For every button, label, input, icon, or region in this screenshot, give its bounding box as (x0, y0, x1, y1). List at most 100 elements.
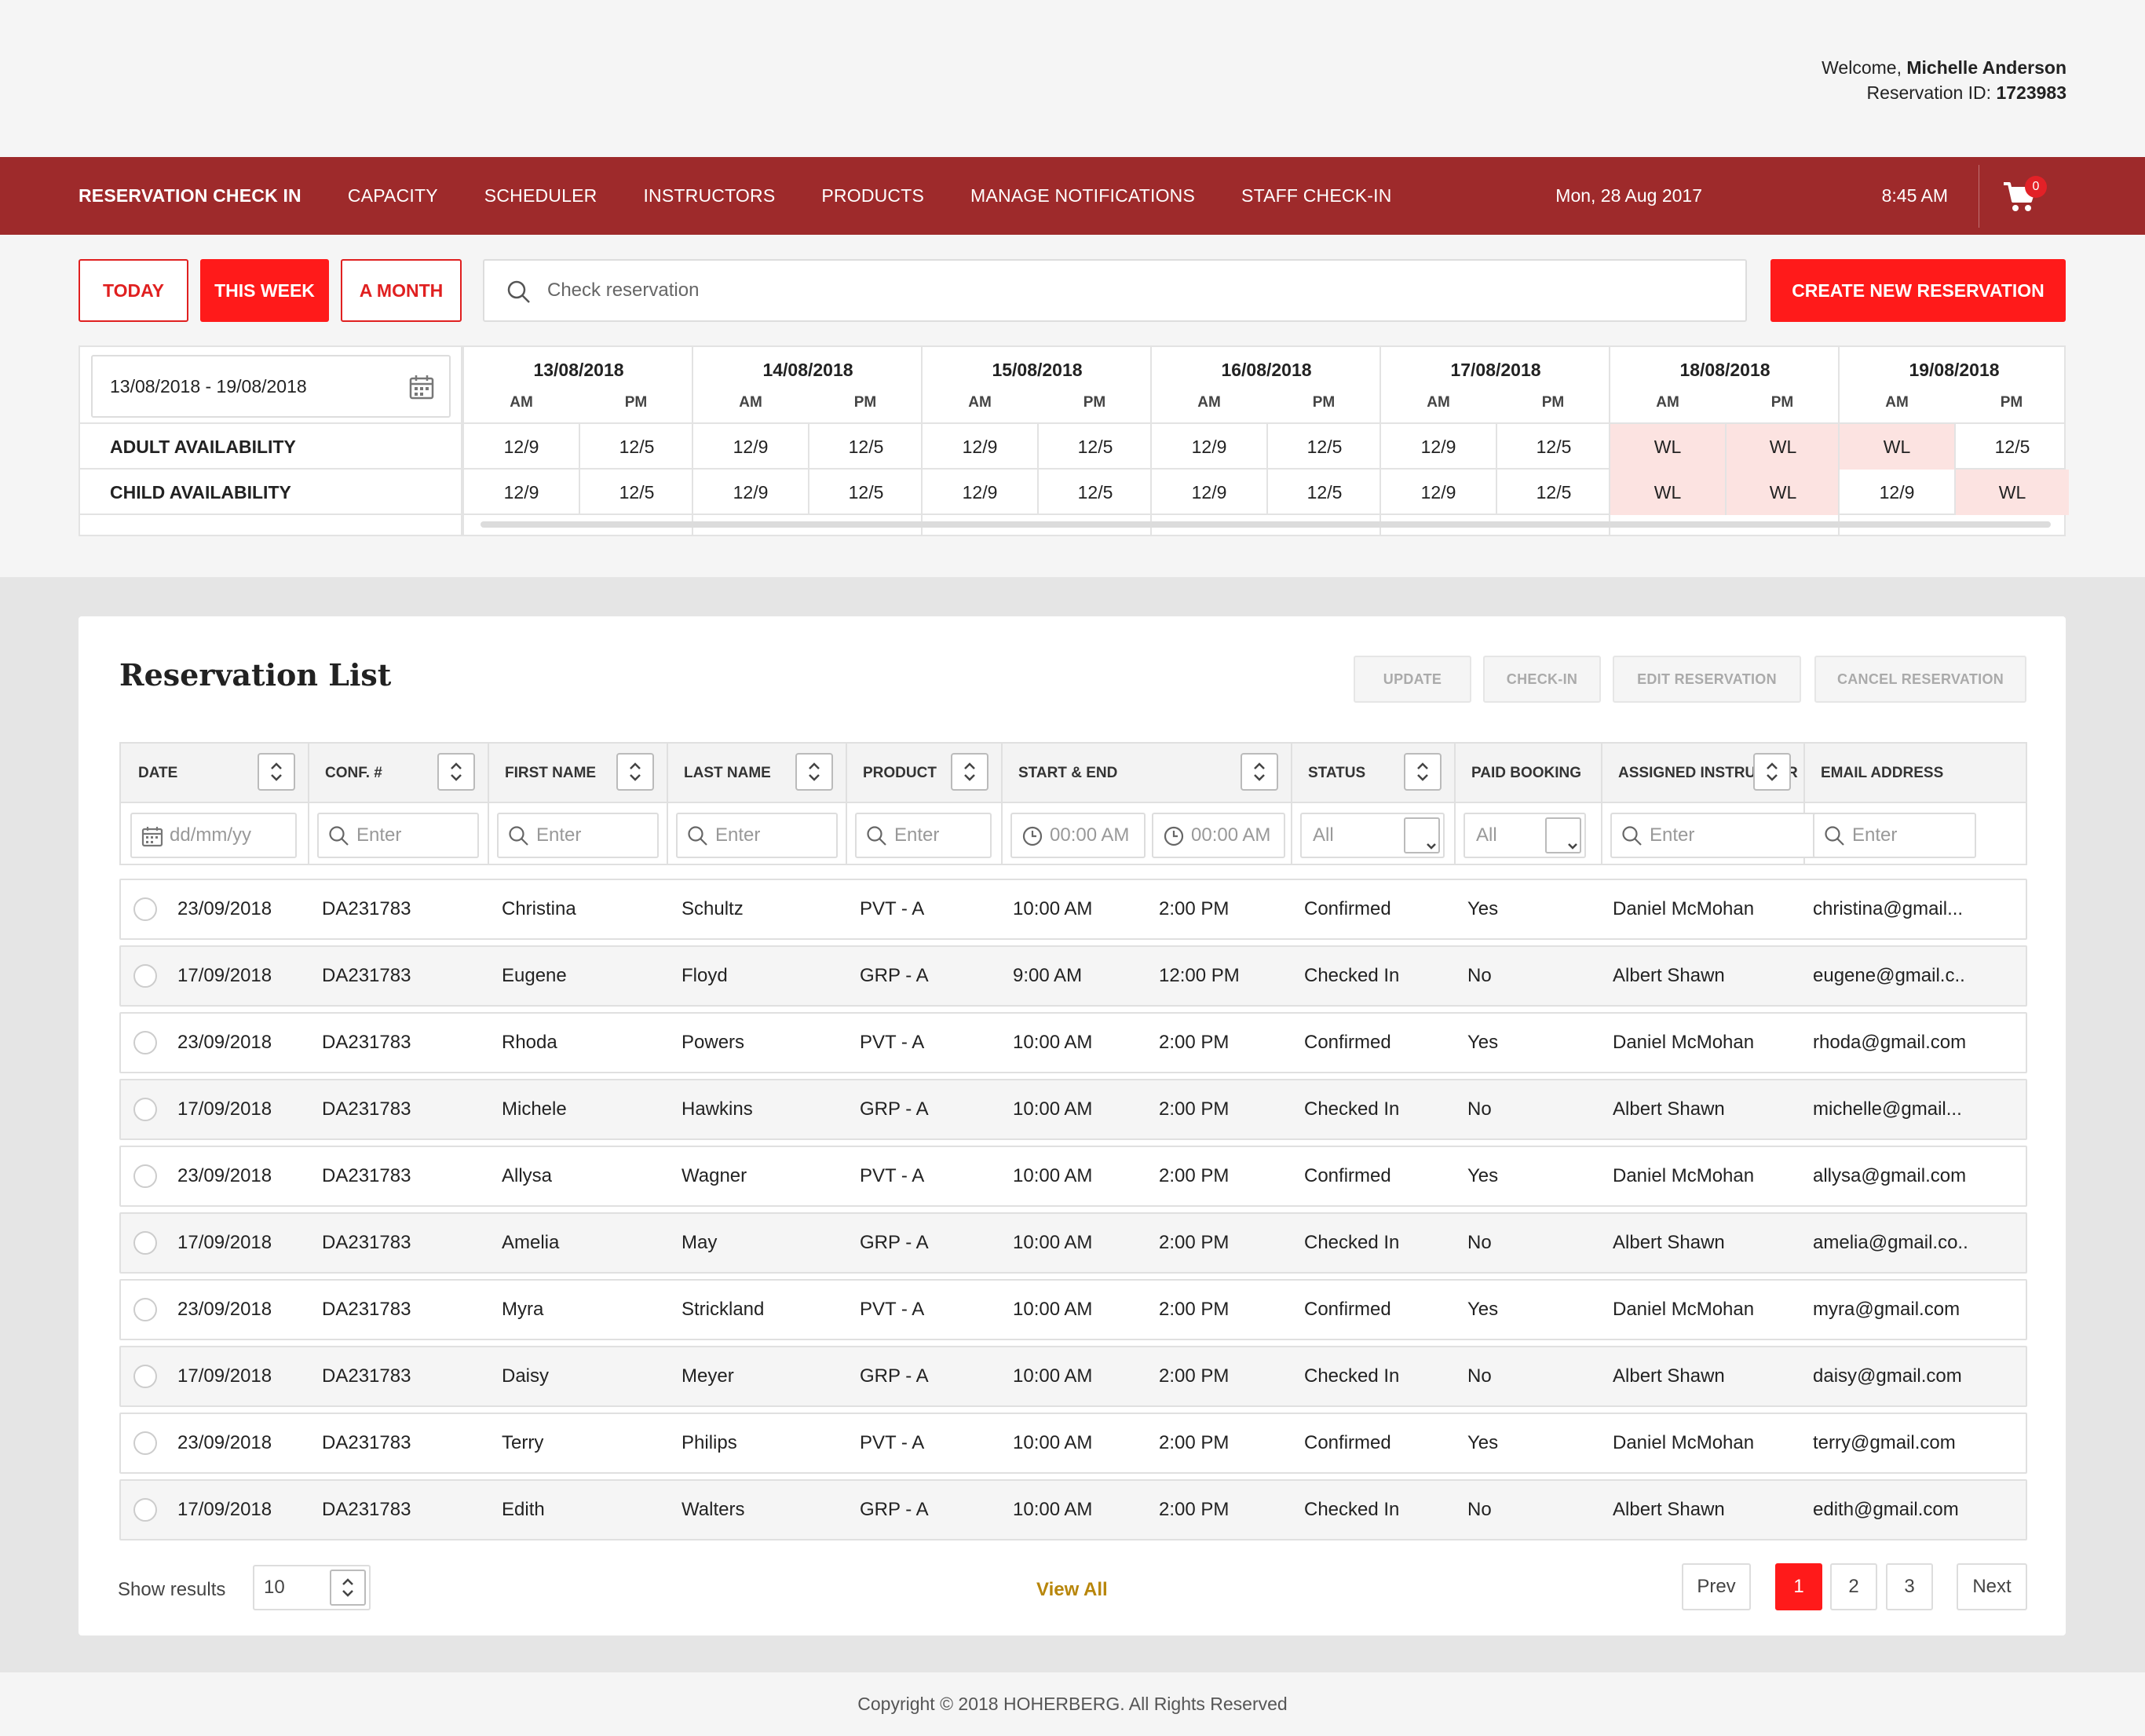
table-row[interactable]: 23/09/2018 DA231783 Allysa Wagner PVT - A 10:… (119, 1146, 2027, 1207)
end-time-filter-input[interactable]: 00:00 AM (1152, 813, 1285, 858)
table-row[interactable]: 17/09/2018 DA231783 Eugene Floyd GRP - A 9:00… (119, 945, 2027, 1007)
table-row[interactable]: 23/09/2018 DA231783 Terry Philips PVT - A 10:… (119, 1413, 2027, 1474)
cell-email: daisy@gmail.com (1813, 1365, 1962, 1387)
row-select-radio[interactable] (133, 1298, 157, 1321)
start-time-filter-input[interactable]: 00:00 AM (1010, 813, 1146, 858)
table-row[interactable]: 23/09/2018 DA231783 Myra Strickland PVT - A 1… (119, 1279, 2027, 1340)
table-row[interactable]: 17/09/2018 DA231783 Edith Walters GRP - A 10:… (119, 1479, 2027, 1540)
first-name-filter-input[interactable]: Enter (497, 813, 659, 858)
availability-day-column: 16/08/2018 AM PM 12/9 12/5 12/9 12/5 (1150, 347, 1379, 535)
page-3-button[interactable]: 3 (1886, 1563, 1933, 1610)
main-nav: RESERVATION CHECK IN CAPACITY SCHEDULER … (0, 157, 2145, 235)
nav-item-scheduler[interactable]: SCHEDULER (484, 185, 597, 206)
cell-paid: No (1467, 1232, 1492, 1253)
pm-label: PM (1312, 394, 1336, 411)
row-select-radio[interactable] (133, 1031, 157, 1054)
sort-toggle-icon[interactable] (330, 1570, 366, 1606)
row-select-radio[interactable] (133, 964, 157, 988)
cell-status: Checked In (1304, 1098, 1400, 1120)
sort-toggle-icon[interactable] (258, 753, 295, 791)
chevron-down-icon[interactable] (1545, 817, 1581, 853)
cell-product: PVT - A (860, 1299, 925, 1320)
chevron-down-icon[interactable] (1404, 817, 1440, 853)
email-filter-input[interactable]: Enter (1813, 813, 1976, 858)
a-month-button[interactable]: A MONTH (341, 259, 462, 322)
sort-toggle-icon[interactable] (437, 753, 475, 791)
nav-item-reservation-check-in[interactable]: RESERVATION CHECK IN (79, 185, 301, 206)
page-1-button[interactable]: 1 (1775, 1563, 1822, 1610)
column-header-last-name: LAST NAME (684, 765, 771, 781)
date-range-picker[interactable]: 13/08/2018 - 19/08/2018 (91, 355, 451, 418)
cell-paid: Yes (1467, 1432, 1499, 1453)
last-name-filter-input[interactable]: Enter (676, 813, 838, 858)
row-select-radio[interactable] (133, 1431, 157, 1455)
create-new-reservation-button[interactable]: CREATE NEW RESERVATION (1770, 259, 2066, 322)
nav-item-manage-notifications[interactable]: MANAGE NOTIFICATIONS (970, 185, 1195, 206)
edit-reservation-button[interactable]: EDIT RESERVATION (1613, 656, 1801, 703)
next-page-button[interactable]: Next (1957, 1563, 2027, 1610)
show-results-label: Show results (118, 1579, 226, 1600)
sort-toggle-icon[interactable] (1241, 753, 1278, 791)
cell-instructor: Albert Shawn (1613, 1098, 1725, 1120)
cell-last: Walters (682, 1499, 745, 1520)
table-row[interactable]: 23/09/2018 DA231783 Rhoda Powers PVT - A 10:0… (119, 1012, 2027, 1073)
child-availability-cell: 12/5 (1266, 470, 1381, 515)
pm-label: PM (624, 394, 648, 411)
row-select-radio[interactable] (133, 1365, 157, 1388)
check-in-button[interactable]: CHECK-IN (1483, 656, 1601, 703)
this-week-button[interactable]: THIS WEEK (200, 259, 329, 322)
sort-toggle-icon[interactable] (1753, 753, 1791, 791)
availability-day-column: 19/08/2018 AM PM WL 12/5 12/9 WL (1838, 347, 2069, 535)
conf-filter-input[interactable]: Enter (317, 813, 479, 858)
am-label: AM (1427, 394, 1450, 411)
cell-start: 10:00 AM (1013, 1098, 1093, 1120)
search-input[interactable] (547, 261, 1725, 320)
column-header-paid-booking: PAID BOOKING (1471, 765, 1582, 781)
date-filter-input[interactable]: dd/mm/yy (130, 813, 297, 858)
row-select-radio[interactable] (133, 1498, 157, 1522)
update-button[interactable]: UPDATE (1354, 656, 1471, 703)
nav-item-products[interactable]: PRODUCTS (821, 185, 924, 206)
sort-toggle-icon[interactable] (795, 753, 833, 791)
instructor-filter-input[interactable]: Enter (1610, 813, 1841, 858)
show-results-value: 10 (264, 1577, 285, 1598)
day-date: 18/08/2018 (1679, 360, 1770, 380)
row-select-radio[interactable] (133, 897, 157, 921)
filter-placeholder: Enter (894, 824, 940, 846)
nav-item-capacity[interactable]: CAPACITY (348, 185, 438, 206)
table-row[interactable]: 23/09/2018 DA231783 Christina Schultz PVT - … (119, 879, 2027, 940)
cell-paid: No (1467, 1098, 1492, 1120)
cell-start: 9:00 AM (1013, 965, 1083, 986)
cell-start: 10:00 AM (1013, 1299, 1093, 1320)
row-select-radio[interactable] (133, 1231, 157, 1255)
product-filter-input[interactable]: Enter (855, 813, 992, 858)
cell-conf: DA231783 (322, 1432, 411, 1453)
sort-toggle-icon[interactable] (951, 753, 988, 791)
view-all-link[interactable]: View All (1036, 1579, 1108, 1601)
status-filter-select[interactable]: All (1300, 813, 1445, 858)
paid-booking-filter-select[interactable]: All (1463, 813, 1586, 858)
row-select-radio[interactable] (133, 1098, 157, 1121)
cell-instructor: Daniel McMohan (1613, 1032, 1755, 1053)
table-row[interactable]: 17/09/2018 DA231783 Amelia May GRP - A 10:00 … (119, 1212, 2027, 1274)
page-2-button[interactable]: 2 (1830, 1563, 1877, 1610)
show-results-select[interactable]: 10 (253, 1565, 371, 1610)
adult-availability-cell: 12/9 (503, 437, 539, 457)
row-select-radio[interactable] (133, 1164, 157, 1188)
cell-end: 2:00 PM (1159, 1232, 1230, 1253)
table-row[interactable]: 17/09/2018 DA231783 Michele Hawkins GRP - A 1… (119, 1079, 2027, 1140)
sort-toggle-icon[interactable] (616, 753, 654, 791)
reservation-id: 1723983 (1996, 82, 2066, 103)
today-button[interactable]: TODAY (79, 259, 188, 322)
am-label: AM (1885, 394, 1909, 411)
nav-item-instructors[interactable]: INSTRUCTORS (643, 185, 775, 206)
table-row[interactable]: 17/09/2018 DA231783 Daisy Meyer GRP - A 10:00… (119, 1346, 2027, 1407)
cancel-reservation-button[interactable]: CANCEL RESERVATION (1814, 656, 2026, 703)
sort-toggle-icon[interactable] (1404, 753, 1442, 791)
horizontal-scrollbar[interactable] (481, 521, 2051, 528)
prev-page-button[interactable]: Prev (1682, 1563, 1751, 1610)
child-availability-cell: 12/5 (579, 470, 693, 515)
filter-placeholder: Enter (536, 824, 582, 846)
nav-item-staff-check-in[interactable]: STAFF CHECK-IN (1241, 185, 1391, 206)
availability-day-column: 14/08/2018 AM PM 12/9 12/5 12/9 12/5 (692, 347, 921, 535)
